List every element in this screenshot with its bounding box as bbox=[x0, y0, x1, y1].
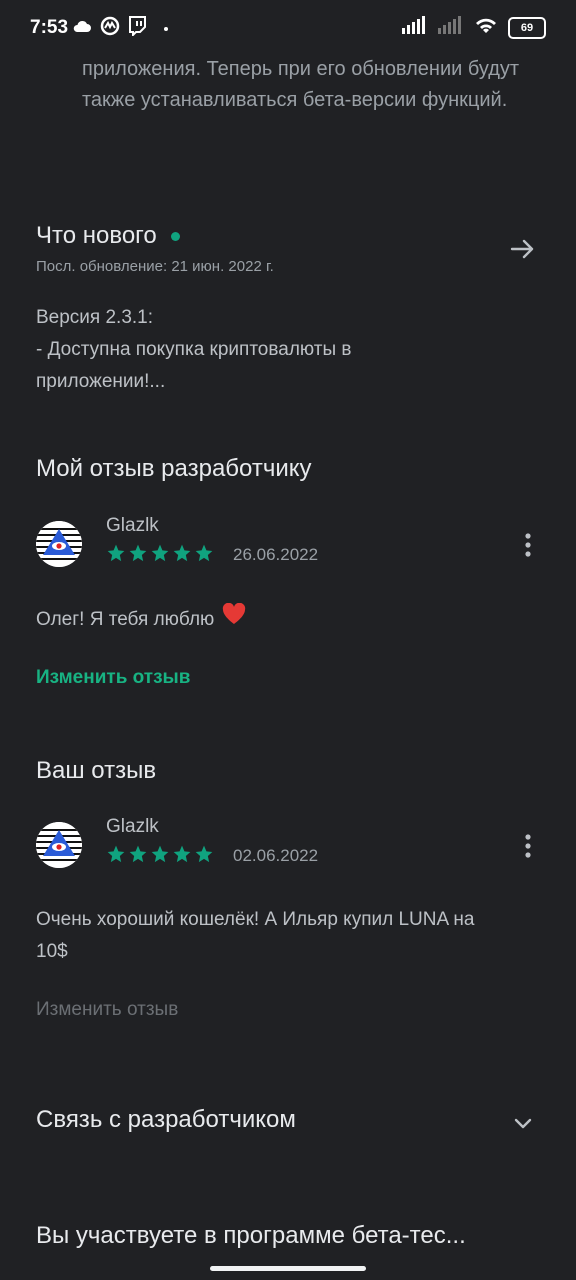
signal-icon bbox=[402, 16, 428, 39]
whats-new-section[interactable]: Что нового Посл. обновление: 21 июн. 202… bbox=[0, 214, 576, 294]
edit-review-button[interactable]: Изменить отзыв bbox=[36, 667, 190, 689]
app-logo-icon bbox=[100, 16, 120, 41]
whats-new-notes: Версия 2.3.1: - Доступна покупка криптов… bbox=[36, 302, 496, 398]
star-icon bbox=[173, 845, 191, 863]
status-bar: 7:53 69 bbox=[0, 0, 576, 56]
wifi-icon bbox=[474, 16, 498, 39]
whats-new-note-line: Версия 2.3.1: bbox=[36, 307, 154, 328]
star-icon bbox=[173, 544, 191, 562]
review-text-line: 10$ bbox=[36, 941, 68, 962]
star-icon bbox=[151, 544, 169, 562]
rating-stars bbox=[106, 844, 214, 864]
star-icon bbox=[195, 845, 213, 863]
heart-icon bbox=[222, 602, 246, 636]
battery-icon: 69 bbox=[508, 16, 546, 39]
whats-new-note-line: приложении!... bbox=[36, 371, 166, 392]
star-icon bbox=[129, 845, 147, 863]
signal-x-icon bbox=[438, 16, 464, 39]
chevron-down-icon[interactable] bbox=[510, 1110, 536, 1141]
edit-review-button-disabled: Изменить отзыв bbox=[36, 999, 179, 1020]
contact-developer-title: Связь с разработчиком bbox=[36, 1106, 296, 1133]
star-icon bbox=[195, 544, 213, 562]
review-text: Очень хороший кошелёк! А Ильяр купил LUN… bbox=[36, 904, 546, 968]
avatar bbox=[36, 521, 82, 567]
twitch-icon bbox=[128, 16, 146, 41]
reviewer-name: Glazlk bbox=[106, 816, 159, 837]
more-options-icon[interactable] bbox=[518, 532, 538, 563]
contact-developer-row[interactable]: Связь с разработчиком bbox=[0, 1092, 576, 1152]
review-date: 26.06.2022 bbox=[233, 545, 319, 564]
review-date: 02.06.2022 bbox=[233, 846, 319, 865]
beta-program-title: Вы участвуете в программе бета-тес... bbox=[36, 1222, 466, 1249]
star-icon bbox=[107, 544, 125, 562]
review-text-content: Олег! Я тебя люблю bbox=[36, 608, 215, 630]
whats-new-updated: Посл. обновление: 21 июн. 2022 г. bbox=[36, 258, 274, 275]
review-text: Олег! Я тебя люблю bbox=[36, 602, 246, 636]
rating-stars bbox=[106, 543, 214, 563]
star-icon bbox=[107, 845, 125, 863]
avatar bbox=[36, 822, 82, 868]
home-indicator[interactable] bbox=[210, 1266, 366, 1271]
star-icon bbox=[129, 544, 147, 562]
star-icon bbox=[151, 845, 169, 863]
your-review-title: Ваш отзыв bbox=[36, 757, 157, 784]
notification-dot-icon bbox=[164, 26, 168, 31]
reviewer-name: Glazlk bbox=[106, 515, 159, 536]
more-options-icon[interactable] bbox=[518, 833, 538, 864]
review-text-line: Очень хороший кошелёк! А Ильяр купил LUN… bbox=[36, 909, 475, 930]
whats-new-note-line: - Доступна покупка криптовалюты в bbox=[36, 339, 352, 360]
status-time: 7:53 bbox=[30, 17, 69, 38]
whats-new-title: Что нового bbox=[36, 222, 157, 249]
new-indicator-dot bbox=[170, 231, 180, 241]
dev-review-title: Мой отзыв разработчику bbox=[36, 455, 312, 482]
cloud-icon bbox=[72, 19, 92, 38]
beta-info-text: приложения. Теперь при его обновлении бу… bbox=[82, 58, 520, 111]
arrow-right-icon[interactable] bbox=[508, 234, 538, 269]
